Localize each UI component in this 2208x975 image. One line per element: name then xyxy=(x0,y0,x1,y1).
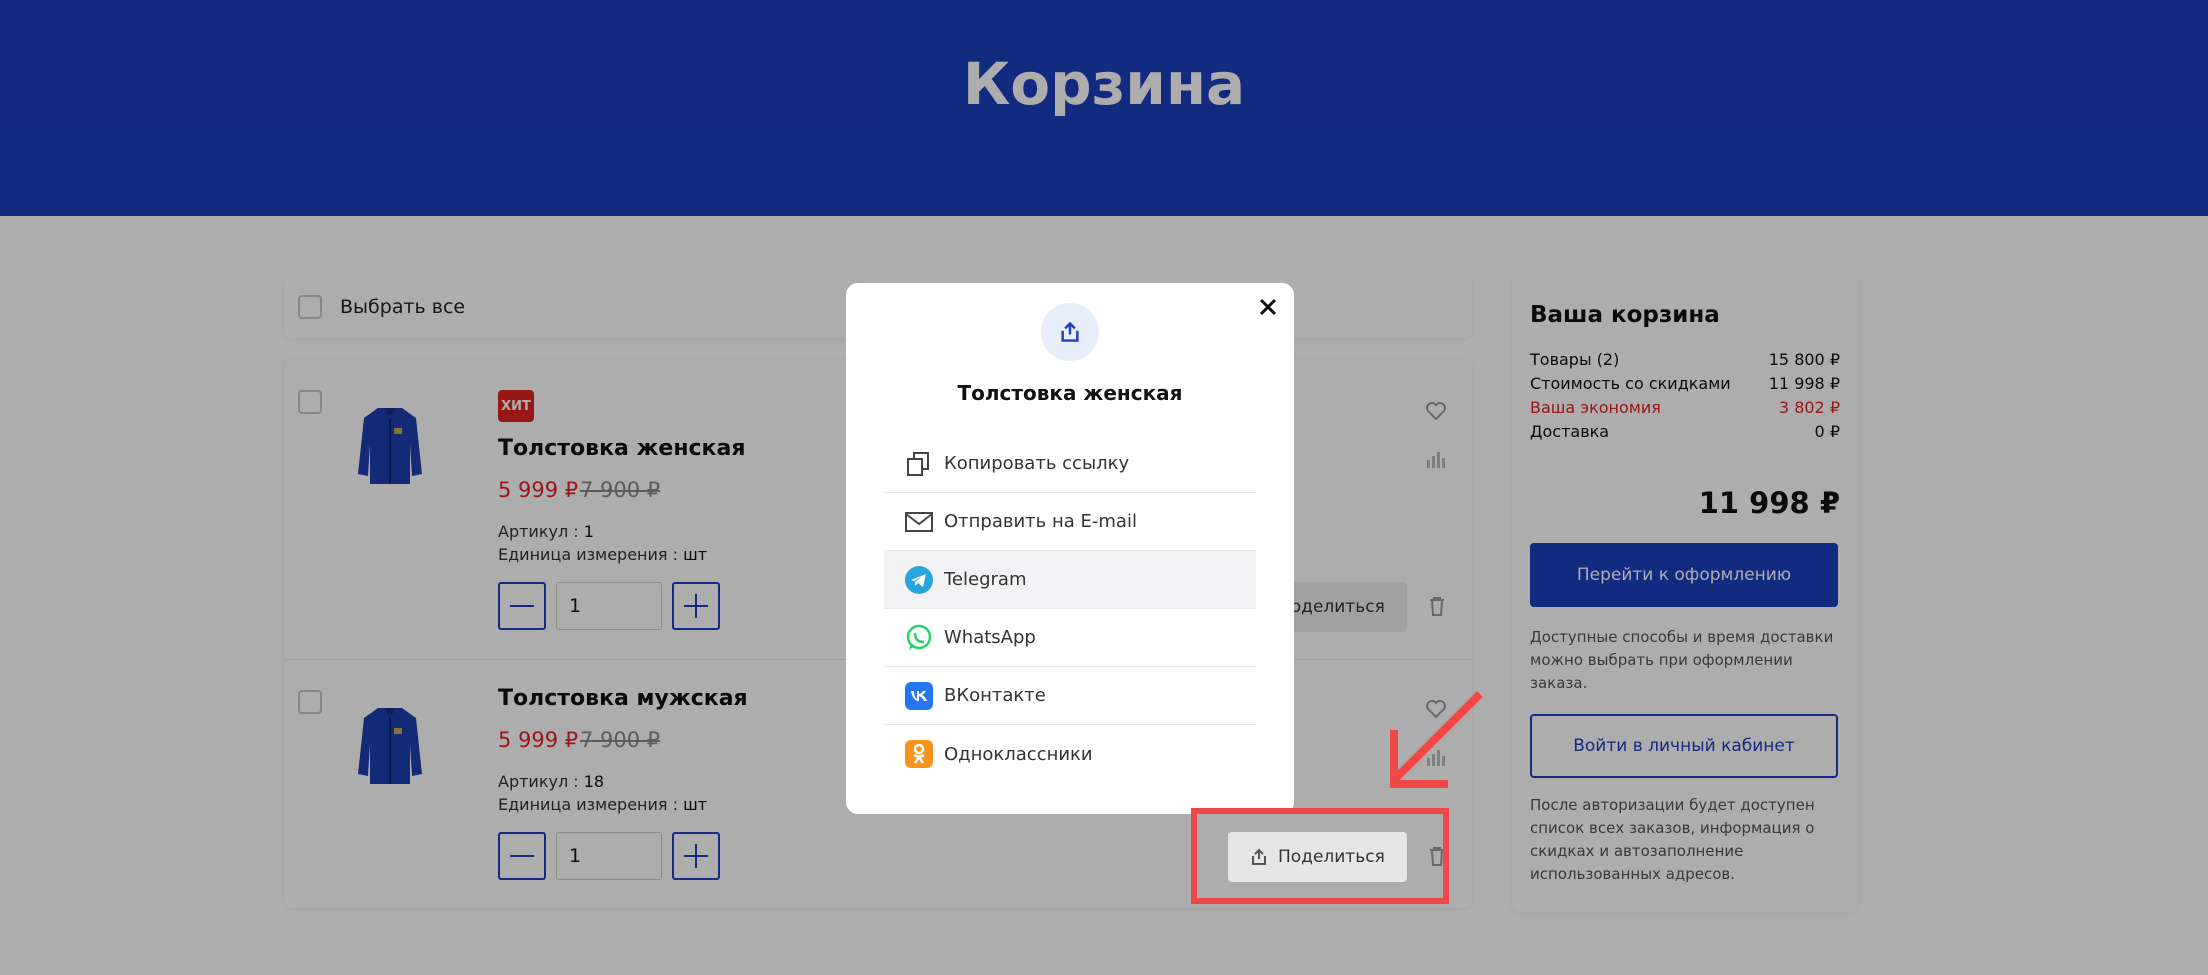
mail-icon xyxy=(905,511,933,532)
share-modal-icon xyxy=(1041,303,1099,361)
share-option-label: ВКонтакте xyxy=(944,685,1046,706)
share-icon xyxy=(1061,321,1079,342)
share-option-telegram[interactable]: Telegram xyxy=(884,551,1256,609)
share-option-whatsapp[interactable]: WhatsApp xyxy=(884,609,1256,667)
share-option-label: Telegram xyxy=(944,569,1027,590)
share-option-label: Отправить на E-mail xyxy=(944,511,1137,532)
share-option-vk[interactable]: ВКонтакте xyxy=(884,667,1256,725)
share-option-odnoklassniki[interactable]: Одноклассники xyxy=(884,725,1256,783)
share-option-copy-link[interactable]: Копировать ссылку xyxy=(884,435,1256,493)
annotation-arrow-icon xyxy=(1390,691,1483,788)
copy-icon xyxy=(907,451,929,476)
share-options-list: Копировать ссылку Отправить на E-mail Te… xyxy=(884,435,1256,783)
vk-icon xyxy=(905,681,933,710)
annotation-highlight-box xyxy=(1191,808,1449,904)
share-modal-title: Толстовка женская xyxy=(957,381,1183,405)
ok-icon xyxy=(905,740,933,768)
share-option-email[interactable]: Отправить на E-mail xyxy=(884,493,1256,551)
telegram-icon xyxy=(905,565,933,594)
share-option-label: WhatsApp xyxy=(944,627,1036,648)
share-option-label: Одноклассники xyxy=(944,743,1093,765)
share-option-label: Копировать ссылку xyxy=(944,453,1130,474)
share-modal: Толстовка женская Копировать ссылку Отпр… xyxy=(846,283,1294,814)
close-icon[interactable] xyxy=(1256,295,1280,319)
whatsapp-icon xyxy=(906,624,932,650)
